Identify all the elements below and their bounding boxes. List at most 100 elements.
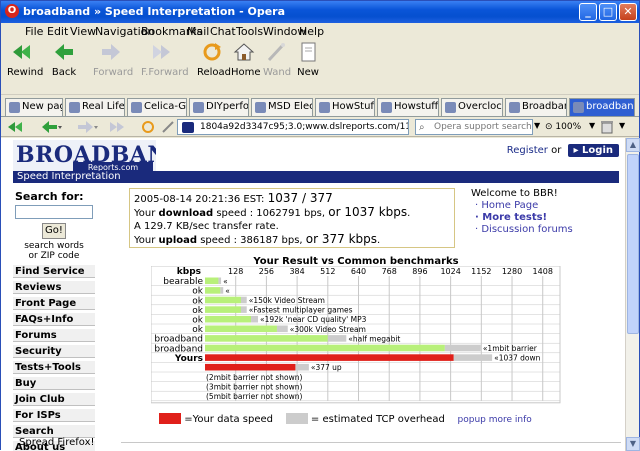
address-url: 1804a92d3347c95;3.0;www.dslreports.com/1… xyxy=(200,122,408,132)
bar-note: «300k Video Stream xyxy=(290,325,366,334)
tick-label: 512 xyxy=(320,267,335,276)
back-button[interactable]: Back xyxy=(49,41,79,93)
upload-prefix: Your xyxy=(134,235,156,246)
back-small-icon[interactable] xyxy=(41,121,63,133)
tab-celica[interactable]: Celica-GT... xyxy=(127,98,187,116)
nav-security[interactable]: Security xyxy=(13,345,95,358)
tab-howstuff-1[interactable]: HowStuff... xyxy=(315,98,375,116)
nav-for-isps[interactable]: For ISPs xyxy=(13,409,95,422)
fast-forward-button[interactable]: F.Forward xyxy=(141,41,189,93)
row-label: Yours xyxy=(174,354,203,364)
menu-help[interactable]: Help xyxy=(299,25,324,38)
home-button[interactable]: Home xyxy=(231,41,261,93)
reload-button[interactable]: Reload xyxy=(197,41,231,93)
tab-diyperformance[interactable]: DIYperfor... xyxy=(189,98,249,116)
bar-note: «377 up xyxy=(311,363,342,372)
nav-forums[interactable]: Forums xyxy=(13,329,95,342)
more-tests-link[interactable]: · More tests! xyxy=(471,212,573,224)
zoom-control[interactable]: ⊙ 100% xyxy=(545,119,585,135)
menu-file[interactable]: File xyxy=(25,25,43,38)
zoom-dropdown-icon[interactable]: ▼ xyxy=(589,121,595,130)
more-tests-link-label: More tests! xyxy=(482,212,548,223)
menu-view[interactable]: View xyxy=(70,25,96,38)
search-dropdown-icon[interactable]: ▼ xyxy=(534,121,540,130)
tick-label: 256 xyxy=(259,267,274,276)
reload-icon xyxy=(203,43,221,61)
result-timestamp: 2005-08-14 20:21:36 EST: xyxy=(134,194,265,205)
nav-faqs-info[interactable]: FAQs+Info xyxy=(13,313,95,326)
trash-icon[interactable] xyxy=(599,119,615,134)
tab-broadband-1[interactable]: Broadban... xyxy=(505,98,567,116)
row-label: broadband xyxy=(154,344,203,354)
site-icon xyxy=(319,102,330,113)
tab-broadband-active[interactable]: broadban... xyxy=(569,98,635,116)
scroll-up-icon[interactable]: ▲ xyxy=(626,138,640,152)
new-button[interactable]: New xyxy=(295,41,321,93)
search-input[interactable]: ⌕ Opera support search xyxy=(415,119,533,135)
bar-note: « xyxy=(225,286,230,295)
bar-note: «half megabit xyxy=(348,334,400,343)
wand-icon xyxy=(267,43,285,62)
tab-overclock[interactable]: Overclock... xyxy=(441,98,503,116)
tab-new-page[interactable]: New page xyxy=(5,98,63,116)
nav-tests-tools[interactable]: Tests+Tools xyxy=(13,361,95,374)
tab-howstuff-2[interactable]: Howstuff... xyxy=(377,98,439,116)
register-link[interactable]: Register xyxy=(507,145,548,156)
zoom-value: 100% xyxy=(555,122,582,132)
bar-value xyxy=(205,354,454,361)
menu-tools[interactable]: Tools xyxy=(236,25,263,38)
vertical-scrollbar[interactable]: ▲ ▼ xyxy=(625,138,640,451)
upload-word: upload xyxy=(158,235,198,246)
site-icon xyxy=(255,102,266,113)
scroll-thumb[interactable] xyxy=(627,154,639,334)
bar-note: (5mbit barrier not shown) xyxy=(206,392,303,401)
discussion-forums-link-label: Discussion forums xyxy=(481,224,573,235)
tick-label: 640 xyxy=(351,267,366,276)
tab-msd[interactable]: MSD Elect... xyxy=(251,98,313,116)
bar-overhead xyxy=(276,325,288,333)
wand-button[interactable]: Wand xyxy=(263,41,291,93)
nav-find-service[interactable]: Find Service xyxy=(13,265,95,278)
nav-reviews[interactable]: Reviews xyxy=(13,281,95,294)
scroll-down-icon[interactable]: ▼ xyxy=(626,437,640,451)
address-input[interactable]: 1804a92d3347c95;3.0;www.dslreports.com/1… xyxy=(177,119,409,135)
rewind-button[interactable]: Rewind xyxy=(7,41,43,93)
search-placeholder: Opera support search xyxy=(434,122,532,132)
bar-overhead xyxy=(240,306,247,313)
rewind-small-icon[interactable] xyxy=(7,121,25,133)
nav-front-page[interactable]: Front Page xyxy=(13,297,95,310)
tab-real-life[interactable]: Real Life ... xyxy=(65,98,125,116)
forward-button[interactable]: Forward xyxy=(93,41,133,93)
bar-value xyxy=(205,344,445,352)
menu-mail[interactable]: Mail xyxy=(187,25,209,38)
bar-overhead xyxy=(240,296,247,304)
wand-small-icon[interactable] xyxy=(161,120,175,134)
tab-label: New page xyxy=(22,101,62,112)
site-search-input[interactable] xyxy=(15,205,93,219)
forward-small-icon[interactable] xyxy=(77,121,99,133)
trash-dropdown-icon[interactable]: ▼ xyxy=(619,121,625,130)
spread-firefox-text[interactable]: Spread Firefox! xyxy=(19,437,95,448)
home-page-link[interactable]: · Home Page xyxy=(471,200,573,212)
zoom-icon: ⊙ xyxy=(545,122,553,132)
menu-chat[interactable]: Chat xyxy=(210,25,236,38)
menu-edit[interactable]: Edit xyxy=(47,25,68,38)
download-kbps: or 1037 kbps xyxy=(328,205,408,219)
fast-forward-small-icon[interactable] xyxy=(109,121,131,133)
popup-more-info-link[interactable]: popup more info xyxy=(458,415,532,425)
close-button[interactable]: ✕ xyxy=(619,3,637,21)
nav-join-club[interactable]: Join Club xyxy=(13,393,95,406)
tab-label: HowStuff... xyxy=(332,101,374,112)
row-label: ok xyxy=(192,316,204,326)
login-button[interactable]: ▸ Login xyxy=(567,144,619,157)
page-content: BROADBAND Reports.com Register or ▸ Logi… xyxy=(1,138,625,451)
discussion-forums-link[interactable]: · Discussion forums xyxy=(471,224,573,236)
go-button[interactable]: Go! xyxy=(42,223,66,239)
nav-buy[interactable]: Buy xyxy=(13,377,95,390)
row-label: broadband xyxy=(154,335,203,345)
maximize-button[interactable]: □ xyxy=(599,3,617,21)
minimize-button[interactable]: _ xyxy=(579,3,597,21)
left-sidebar: Search for: Go! search words or ZIP code … xyxy=(13,190,95,451)
reload-small-icon[interactable] xyxy=(141,120,155,134)
bar-value xyxy=(205,277,219,285)
